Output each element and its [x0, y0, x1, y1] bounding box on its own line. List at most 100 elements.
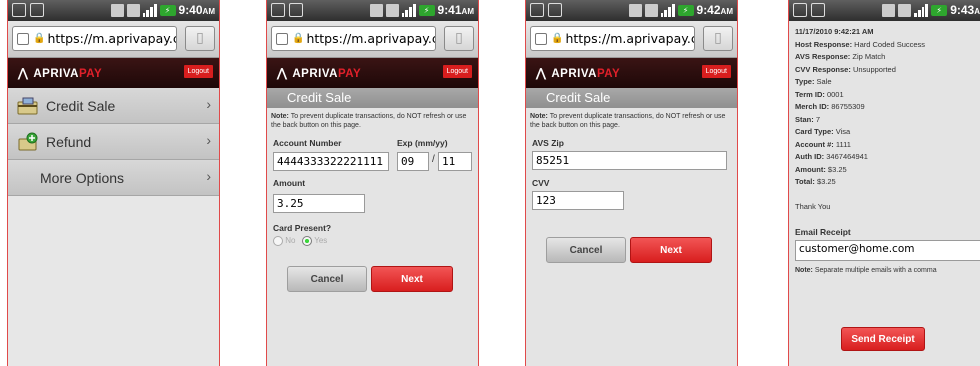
- sd-card-icon: [548, 3, 562, 17]
- menu-item-more-options[interactable]: More Options ›: [8, 160, 219, 196]
- aprivapay-logo: ⋀ APRIVAPAY: [277, 66, 362, 80]
- page-title: Credit Sale: [526, 88, 737, 108]
- receipt-line: Account #: 1111: [795, 139, 851, 149]
- email-note: Note: Separate multiple emails with a co…: [795, 267, 937, 274]
- email-receipt-label: Email Receipt: [795, 227, 851, 237]
- amount-label: Amount: [273, 178, 306, 188]
- card-present-label: Card Present?: [273, 223, 332, 233]
- duplicate-note: Note: To prevent duplicate transactions,…: [271, 113, 467, 129]
- account-number-label: Account Number: [273, 138, 342, 148]
- phone-screen-receipt: ⚡ 9:43A 11/17/2010 9:42:21 AM Host Respo…: [788, 0, 980, 366]
- bookmark-button[interactable]: ▯: [185, 26, 215, 51]
- next-button[interactable]: Next: [630, 237, 712, 263]
- cancel-button[interactable]: Cancel: [287, 266, 367, 292]
- battery-icon: ⚡: [677, 4, 694, 16]
- credit-card-icon: [16, 96, 40, 116]
- exp-label: Exp (mm/yy): [397, 138, 448, 148]
- favicon-icon: [17, 32, 29, 45]
- battery-icon: ⚡: [418, 4, 435, 16]
- receipt-line: CVV Response: Unsupported: [795, 64, 896, 74]
- credit-sale-form: Note: To prevent duplicate transactions,…: [267, 108, 478, 366]
- bookmark-button[interactable]: ▯: [444, 26, 474, 51]
- receipt-lines: Host Response: Hard Coded Success AVS Res…: [795, 39, 980, 189]
- receipt-line: Stan: 7: [795, 114, 821, 124]
- sd-card-icon: [30, 3, 44, 17]
- logout-button[interactable]: Logout: [701, 65, 731, 78]
- usb-icon: [530, 3, 544, 17]
- status-bar: ⚡ 9:43A: [789, 0, 980, 21]
- avs-zip-input[interactable]: 85251: [532, 151, 727, 170]
- phone-screen-avs: ⚡ 9:42AM 🔒https://m.aprivapay.c... ▯ ⋀AP…: [525, 0, 738, 366]
- url-field[interactable]: 🔒https://m.aprivapay.c...: [12, 26, 177, 51]
- status-bar: ⚡ 9:40AM: [8, 0, 219, 21]
- 3g-icon: [126, 3, 140, 17]
- avs-zip-label: AVS Zip: [532, 138, 564, 148]
- status-bar: ⚡ 9:42AM: [526, 0, 737, 21]
- chevron-right-icon: ›: [206, 132, 211, 148]
- bookmark-icon: ▯: [455, 30, 463, 46]
- receipt-line: Auth ID: 3467464941: [795, 152, 868, 161]
- signal-icon: [914, 3, 929, 17]
- signal-icon: [660, 3, 675, 17]
- bookmark-icon: ▯: [196, 30, 204, 46]
- receipt-line: Amount: $3.25: [795, 164, 847, 174]
- logout-button[interactable]: Logout: [442, 65, 472, 78]
- exp-separator: /: [432, 154, 435, 165]
- lock-icon: 🔒: [292, 33, 305, 44]
- battery-icon: ⚡: [931, 4, 948, 16]
- usb-icon: [793, 3, 807, 17]
- thank-you-text: Thank You: [795, 201, 831, 211]
- 3g-icon: [644, 3, 658, 17]
- url-field[interactable]: 🔒https://m.aprivapay.c...: [271, 26, 436, 51]
- avs-form: Note: To prevent duplicate transactions,…: [526, 108, 737, 366]
- menu-item-credit-sale[interactable]: Credit Sale ›: [8, 88, 219, 124]
- receipt-line: Merch ID: 86755309: [795, 102, 865, 111]
- signal-icon: [401, 3, 416, 17]
- send-receipt-button[interactable]: Send Receipt: [841, 327, 925, 351]
- lock-icon: 🔒: [551, 33, 564, 44]
- lock-icon: 🔒: [33, 33, 46, 44]
- mute-icon: [369, 3, 383, 17]
- 3g-icon: [898, 3, 912, 17]
- mute-icon: [882, 3, 896, 17]
- receipt-line: Term ID: 0001: [795, 89, 844, 99]
- mute-icon: [110, 3, 124, 17]
- cvv-label: CVV: [532, 178, 550, 188]
- receipt-line: Host Response: Hard Coded Success: [795, 39, 926, 49]
- chevron-right-icon: ›: [206, 96, 211, 112]
- phone-screen-credit-sale: ⚡ 9:41AM 🔒https://m.aprivapay.c... ▯ ⋀AP…: [266, 0, 479, 366]
- phone-screen-menu: ⚡ 9:40AM 🔒https://m.aprivapay.c... ▯ ⋀AP…: [7, 0, 220, 366]
- receipt-line: Total: $3.25: [795, 177, 836, 186]
- menu-item-refund[interactable]: Refund ›: [8, 124, 219, 160]
- clock: 9:40AM: [178, 3, 215, 17]
- chevron-right-icon: ›: [206, 168, 211, 184]
- cvv-input[interactable]: 123: [532, 191, 624, 210]
- receipt-line: Card Type: Visa: [795, 127, 851, 136]
- usb-icon: [12, 3, 26, 17]
- email-input[interactable]: customer@home.com: [795, 240, 980, 261]
- exp-month-input[interactable]: 09: [397, 152, 429, 171]
- usb-icon: [271, 3, 285, 17]
- next-button[interactable]: Next: [371, 266, 453, 292]
- account-number-input[interactable]: 4444333322221111: [273, 152, 389, 171]
- receipt-line: AVS Response: Zip Match: [795, 52, 886, 61]
- 3g-icon: [385, 3, 399, 17]
- clock: 9:42AM: [696, 3, 733, 17]
- favicon-icon: [276, 32, 288, 45]
- logout-button[interactable]: Logout: [183, 65, 213, 78]
- clock: 9:41AM: [437, 3, 474, 17]
- battery-icon: ⚡: [159, 4, 176, 16]
- menu-list: Credit Sale › Refund › More Options ›: [8, 88, 219, 366]
- bookmark-icon: ▯: [714, 30, 722, 46]
- status-bar: ⚡ 9:41AM: [267, 0, 478, 21]
- card-present-group: No Yes: [273, 236, 474, 246]
- radio-yes[interactable]: [302, 236, 313, 246]
- bookmark-button[interactable]: ▯: [703, 26, 733, 51]
- mute-icon: [628, 3, 642, 17]
- url-field[interactable]: 🔒https://m.aprivapay.c...: [530, 26, 695, 51]
- page-title: Credit Sale: [267, 88, 478, 108]
- radio-no[interactable]: [273, 236, 283, 246]
- cancel-button[interactable]: Cancel: [546, 237, 626, 263]
- duplicate-note: Note: To prevent duplicate transactions,…: [530, 113, 726, 129]
- exp-year-input[interactable]: 11: [438, 152, 472, 171]
